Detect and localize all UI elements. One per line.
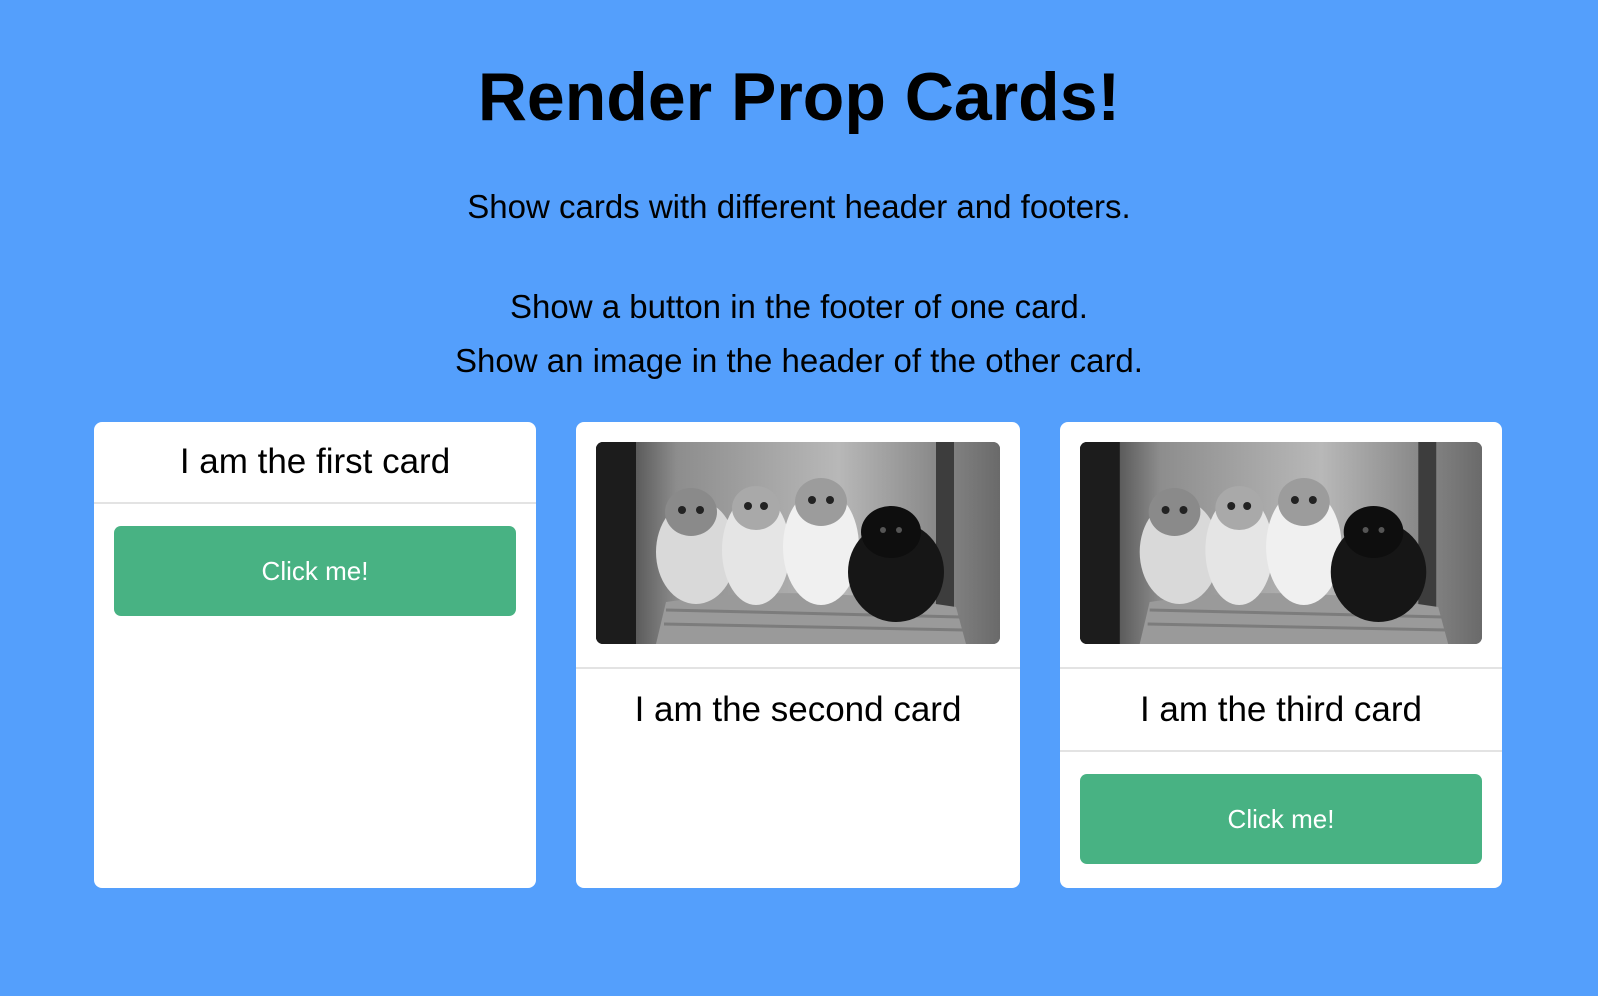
click-me-button[interactable]: Click me! bbox=[114, 526, 516, 616]
card-title: I am the first card bbox=[179, 442, 451, 481]
card-divider bbox=[576, 667, 1020, 669]
card-divider bbox=[94, 502, 536, 504]
card-third: I am the third card Click me! bbox=[1060, 422, 1502, 888]
kittens-image bbox=[1080, 442, 1482, 644]
page-instructions: Show a button in the footer of one card.… bbox=[0, 280, 1598, 388]
card-divider bbox=[1060, 667, 1502, 669]
page-title: Render Prop Cards! bbox=[477, 59, 1121, 135]
kittens-image bbox=[596, 442, 1000, 644]
card-divider bbox=[1060, 750, 1502, 752]
card-first: I am the first card Click me! bbox=[94, 422, 536, 888]
page-intro: Show cards with different header and foo… bbox=[467, 188, 1131, 225]
instruction-line: Show an image in the header of the other… bbox=[455, 342, 1143, 379]
card-title: I am the third card bbox=[1139, 690, 1423, 729]
instruction-line: Show a button in the footer of one card. bbox=[510, 288, 1088, 325]
click-me-button[interactable]: Click me! bbox=[1080, 774, 1482, 864]
card-title: I am the second card bbox=[634, 690, 962, 729]
card-second: I am the second card bbox=[576, 422, 1020, 888]
